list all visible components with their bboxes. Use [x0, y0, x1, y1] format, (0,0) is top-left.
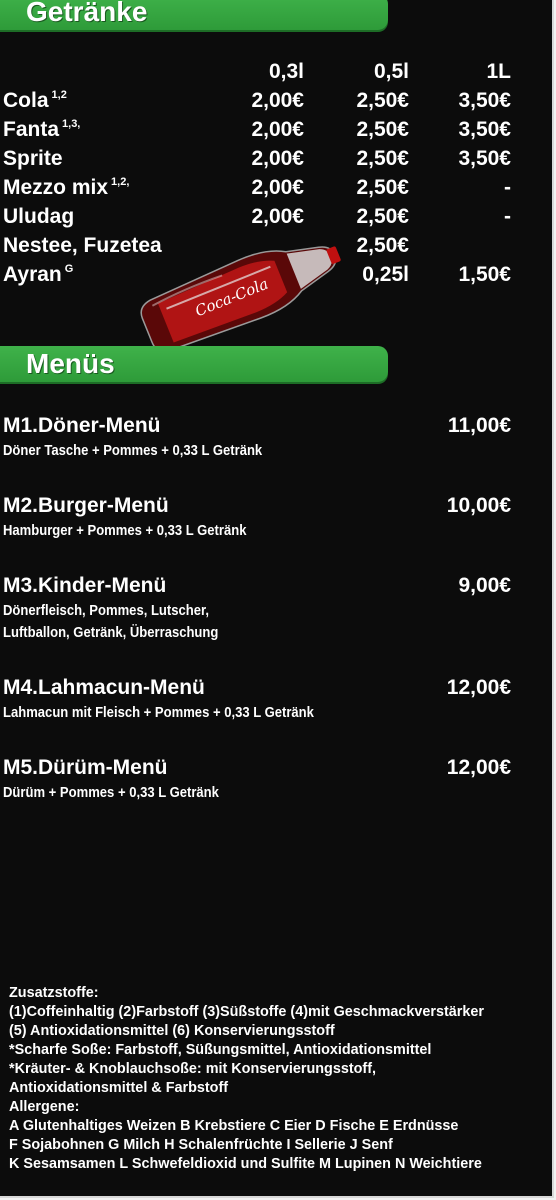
price-0-5l: 2,50€ [356, 234, 409, 257]
drink-additive-codes: 1,3, [62, 118, 81, 130]
note-line: K Sesamsamen L Schwefeldioxid und Sulfit… [9, 1156, 482, 1172]
price-0-5l: 2,50€ [356, 176, 409, 199]
menu-item-title: M3.Kinder-Menü [3, 574, 167, 597]
drink-label: Mezzo mix [3, 176, 109, 199]
menu-item-price: 10,00€ [446, 494, 511, 517]
additives-allergens-notes: Zusatzstoffe: (1)Coffeinhaltig (2)Farbsto… [9, 984, 549, 1174]
menu-item-description: Lahmacun mit Fleisch + Pommes + 0,33 L G… [3, 705, 314, 721]
menu-item-description-block: Hamburger + Pommes + 0,33 L Getränk [3, 520, 246, 542]
menu-item-description-block: Döner Tasche + Pommes + 0,33 L Getränk [3, 440, 262, 462]
drink-label: Sprite [3, 147, 63, 170]
drink-name: Fanta 1,3, [3, 118, 80, 142]
note-line: *Scharfe Soße: Farbstoff, Süßungsmittel,… [9, 1042, 432, 1058]
price-1l: - [504, 176, 511, 199]
price-0-5l: 0,25l [362, 263, 409, 286]
drink-row: Fanta 1,3, 2,00€ 2,50€ 3,50€ [0, 116, 552, 145]
menu-item-title: M5.Dürüm-Menü [3, 756, 168, 779]
note-line: Zusatzstoffe: [9, 985, 99, 1001]
menu-item-title: M4.Lahmacun-Menü [3, 676, 205, 699]
drink-name: Mezzo mix 1,2, [3, 176, 129, 200]
price-0-3l: 2,00€ [251, 176, 304, 199]
price-0-5l: 2,50€ [356, 89, 409, 112]
menu-item-description-block: Lahmacun mit Fleisch + Pommes + 0,33 L G… [3, 702, 314, 724]
menu-item-price: 11,00€ [447, 414, 511, 437]
cola-bottle-icon: Coca-Cola [140, 246, 341, 352]
drink-additive-codes: 1,2 [51, 89, 67, 101]
note-line: A Glutenhaltiges Weizen B Krebstiere C E… [9, 1118, 459, 1134]
menu-item-description: Hamburger + Pommes + 0,33 L Getränk [3, 523, 247, 539]
menu-item-description: Dönerfleisch, Pommes, Lutscher, [3, 603, 209, 619]
menu-item-price: 12,00€ [446, 756, 511, 779]
column-header: 0,5l [373, 60, 409, 83]
drink-row: Cola 1,2 2,00€ 2,50€ 3,50€ [0, 87, 552, 116]
price-1l: 3,50€ [458, 118, 511, 141]
menu-item-description-block: Dönerfleisch, Pommes, Lutscher, Luftballo… [3, 600, 218, 644]
menu-item-title: M1.Döner-Menü [3, 414, 161, 437]
menu-item-price: 12,00€ [446, 676, 511, 699]
menu-item-description: Döner Tasche + Pommes + 0,33 L Getränk [3, 443, 263, 459]
price-0-5l: 2,50€ [356, 205, 409, 228]
price-1l: 1,50€ [458, 263, 511, 286]
note-line: Antioxidationsmittel & Farbstoff [9, 1080, 229, 1096]
drink-name: Cola 1,2 [3, 89, 67, 113]
drink-label: Ayran [3, 263, 62, 286]
drinks-column-headers: 0,3l 0,5l 1L [0, 58, 552, 87]
drink-additive-codes: 1,2, [111, 176, 130, 188]
price-0-3l: 2,00€ [251, 147, 304, 170]
price-0-5l: 2,50€ [356, 118, 409, 141]
menu-item-description: Dürüm + Pommes + 0,33 L Getränk [3, 785, 219, 801]
drinks-section-title: Getränke [26, 0, 148, 27]
drink-row: Sprite 2,00€ 2,50€ 3,50€ [0, 145, 552, 174]
drink-name: Ayran G [3, 263, 73, 287]
drink-label: Fanta [3, 118, 60, 141]
drink-name: Uludag [3, 205, 77, 229]
price-1l: 3,50€ [458, 89, 511, 112]
menus-header-bar: Menüs [0, 346, 388, 382]
menus-section-title: Menüs [26, 348, 115, 379]
price-1l: 3,50€ [458, 147, 511, 170]
menu-card: Getränke 0,3l 0,5l 1L Cola 1,2 2,00€ 2,50€ 3… [0, 0, 554, 1198]
price-1l: - [504, 205, 511, 228]
menu-item-description: Luftballon, Getränk, Überraschung [3, 625, 219, 641]
drink-name: Sprite [3, 147, 66, 171]
menu-item-description-block: Dürüm + Pommes + 0,33 L Getränk [3, 782, 219, 804]
drink-label: Cola [3, 89, 49, 112]
price-0-3l: 2,00€ [251, 118, 304, 141]
price-0-3l: 2,00€ [251, 89, 304, 112]
column-header: 0,3l [268, 60, 304, 83]
price-0-3l: 2,00€ [251, 205, 304, 228]
note-line: F Sojabohnen G Milch H Schalenfrüchte I … [9, 1137, 393, 1153]
note-line: (5) Antioxidationsmittel (6) Konservieru… [9, 1023, 335, 1039]
drinks-header-bar: Getränke [0, 0, 388, 30]
drink-row: Mezzo mix 1,2, 2,00€ 2,50€ - [0, 174, 552, 203]
column-header: 1L [486, 60, 511, 83]
note-line: (1)Coffeinhaltig (2)Farbstoff (3)Süßstof… [9, 1004, 484, 1020]
note-line: Allergene: [9, 1099, 80, 1115]
note-line: *Kräuter- & Knoblauchsoße: mit Konservie… [9, 1061, 377, 1077]
price-0-5l: 2,50€ [356, 147, 409, 170]
drink-label: Uludag [3, 205, 75, 228]
drink-additive-codes: G [64, 263, 74, 275]
menu-item-price: 9,00€ [458, 574, 511, 597]
menu-item-title: M2.Burger-Menü [3, 494, 169, 517]
